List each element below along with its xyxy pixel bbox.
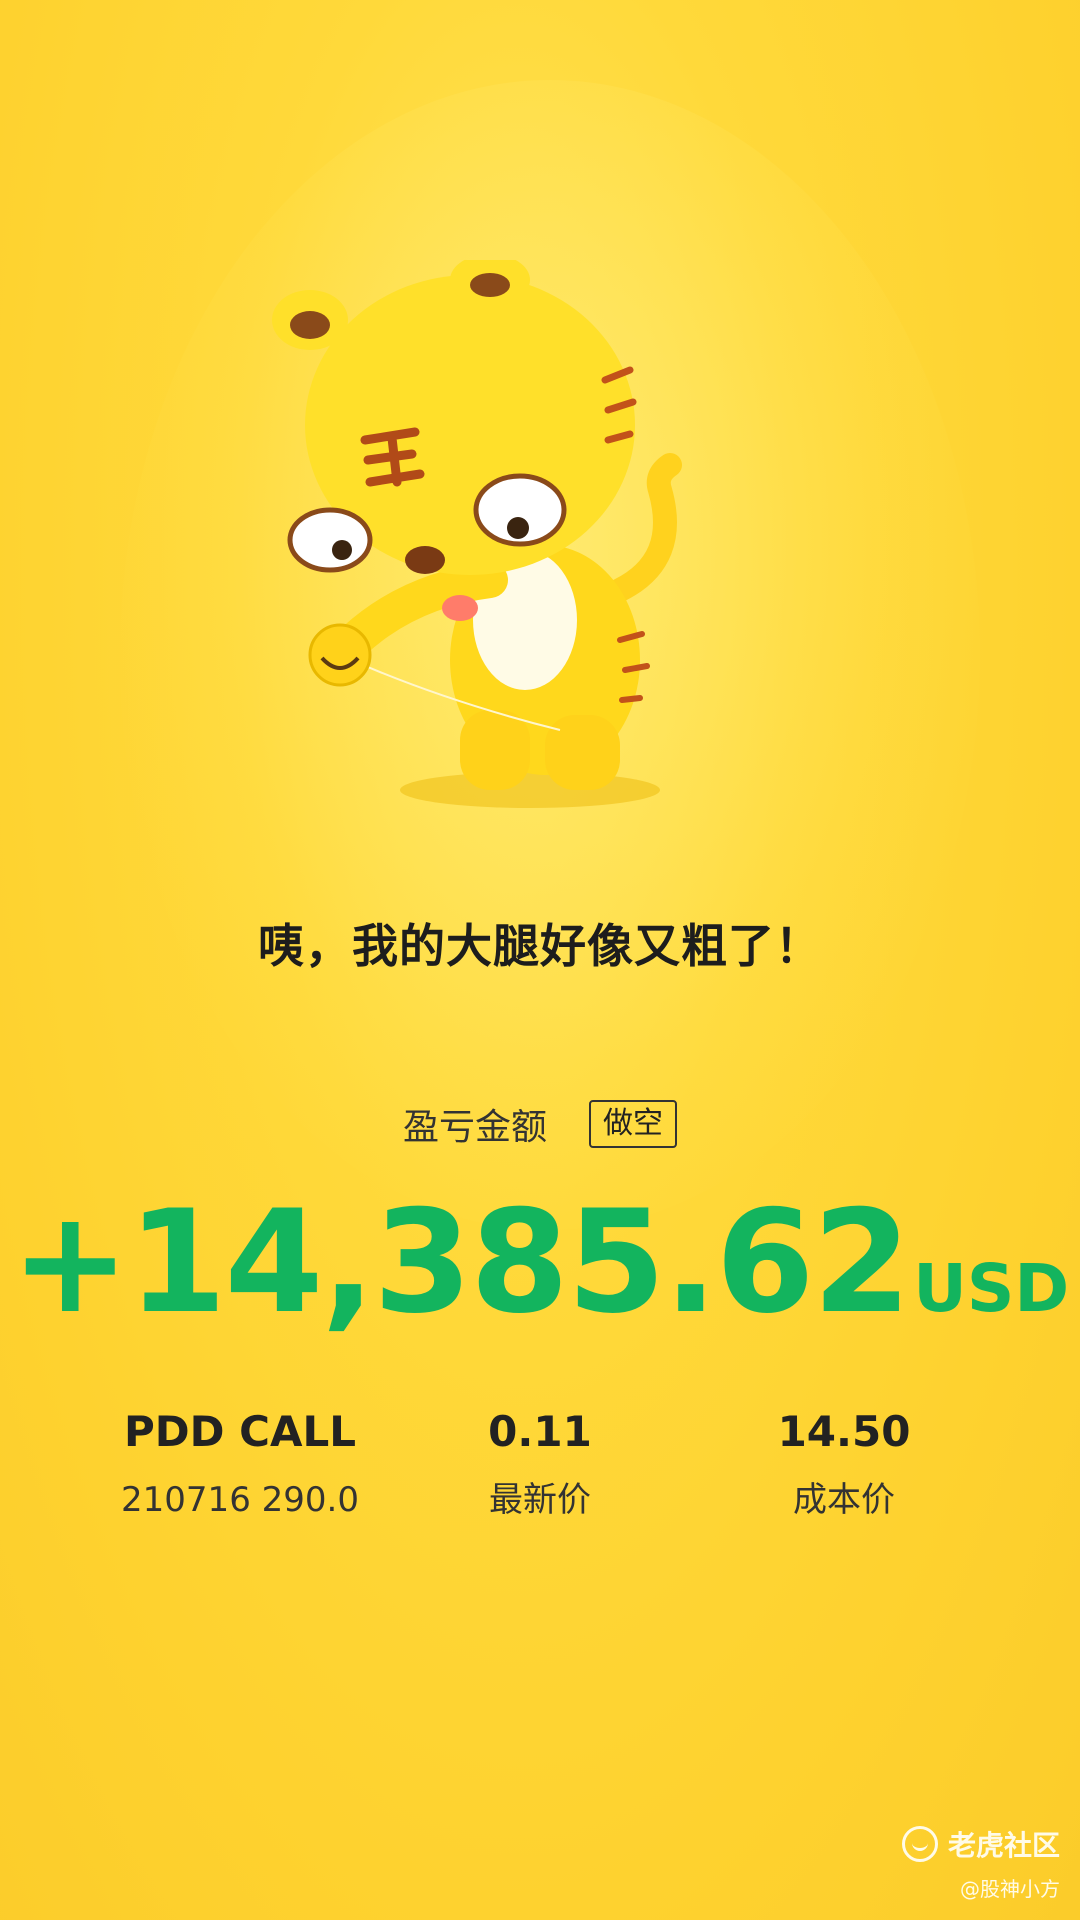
latest-price-column: 0.11 最新价 bbox=[440, 1404, 640, 1524]
footer-handle: @股神小方 bbox=[960, 1877, 1060, 1901]
tiger-logo-icon bbox=[901, 1826, 938, 1862]
pnl-amount-value: +14,385.62 bbox=[10, 1180, 911, 1345]
pnl-amount: +14,385.62 USD bbox=[0, 1180, 1080, 1345]
footer-brand-row: 老虎社区 bbox=[901, 1824, 1060, 1864]
position-symbol-column: PDD CALL 210716 290.0 bbox=[110, 1404, 370, 1524]
pnl-label: 盈亏金额 bbox=[402, 1107, 547, 1148]
footer-brand: 老虎社区 bbox=[947, 1829, 1060, 1862]
position-contract: 210716 290.0 bbox=[121, 1480, 359, 1520]
pnl-currency: USD bbox=[913, 1250, 1070, 1327]
latest-price-label: 最新价 bbox=[489, 1480, 591, 1520]
cost-price-value: 14.50 bbox=[777, 1407, 911, 1456]
pnl-label-row: 盈亏金额 做空 bbox=[0, 1098, 1080, 1150]
latest-price-value: 0.11 bbox=[488, 1407, 592, 1456]
side-badge: 做空 bbox=[589, 1100, 677, 1148]
tiger-mascot-icon bbox=[272, 260, 682, 808]
cost-price-label: 成本价 bbox=[793, 1480, 895, 1520]
headline: 咦，我的大腿好像又粗了！ bbox=[258, 919, 822, 973]
cost-price-column: 14.50 成本价 bbox=[744, 1404, 944, 1524]
position-symbol: PDD CALL bbox=[124, 1407, 356, 1456]
